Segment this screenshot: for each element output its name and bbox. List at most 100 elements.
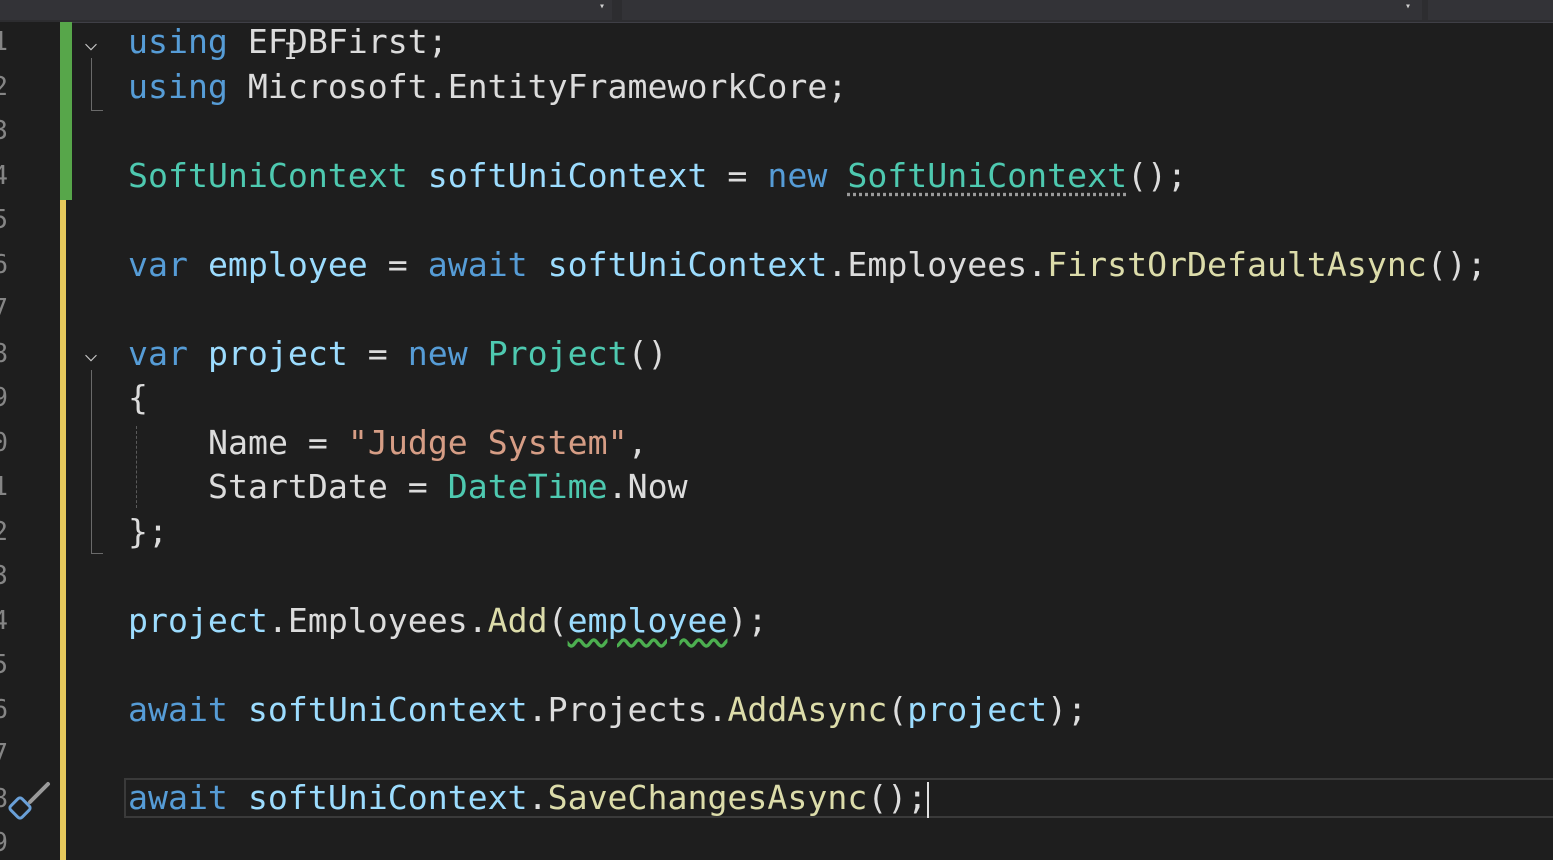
keyword: var <box>128 245 188 284</box>
method-name: FirstOrDefaultAsync <box>1047 245 1427 284</box>
punctuation: ( <box>887 690 908 729</box>
type-name: DateTime <box>447 467 608 506</box>
text-ibeam-icon: I <box>284 40 298 65</box>
punctuation: . <box>467 601 488 640</box>
code-line-save-changes[interactable]: await softUniContext.SaveChangesAsync(); <box>128 776 927 820</box>
code-line-context-declaration[interactable]: SoftUniContext softUniContext = new Soft… <box>128 154 1187 198</box>
punctuation: { <box>128 378 148 417</box>
keyword: new <box>407 334 468 373</box>
variable: employee <box>207 245 368 284</box>
keyword: using <box>128 67 228 106</box>
keyword: await <box>128 690 228 729</box>
indent-guide <box>136 426 137 508</box>
property: Projects <box>547 690 708 729</box>
code-line-startdate-init[interactable]: StartDate = DateTime.Now <box>208 465 688 509</box>
variable: project <box>907 690 1048 729</box>
variable: softUniContext <box>247 778 528 817</box>
variable: softUniContext <box>547 245 828 284</box>
code-line-name-init[interactable]: Name = "Judge System", <box>208 421 648 465</box>
keyword: new <box>767 156 828 195</box>
variable: softUniContext <box>427 156 708 195</box>
punctuation: . <box>527 690 548 729</box>
operator: = <box>347 334 408 373</box>
line-number: 8 <box>0 339 8 369</box>
keyword: var <box>128 334 188 373</box>
type-name: SoftUniContext <box>128 156 408 195</box>
punctuation: () <box>627 334 668 373</box>
line-number: 5 <box>0 205 8 235</box>
code-editor[interactable]: ▾ ▾ 1 2 3 4 5 6 7 8 9 0 1 2 3 4 5 6 7 8 … <box>0 0 1553 860</box>
saved-change-marker <box>60 22 72 200</box>
punctuation: . <box>267 601 288 640</box>
method-name: SaveChangesAsync <box>547 778 868 817</box>
line-number: 1 <box>0 27 8 57</box>
code-line-close-brace[interactable]: }; <box>128 510 168 554</box>
line-number: 4 <box>0 606 8 636</box>
string-literal: "Judge System" <box>347 423 628 462</box>
punctuation: ); <box>1047 690 1088 729</box>
fold-guide-end <box>91 110 103 111</box>
line-number-gutter <box>0 22 60 860</box>
method-name: Add <box>487 601 548 640</box>
keyword: await <box>128 778 228 817</box>
chevron-down-icon: ▾ <box>598 1 606 12</box>
punctuation: . <box>527 778 548 817</box>
punctuation: . <box>607 467 628 506</box>
punctuation: . <box>1027 245 1048 284</box>
code-line-open-brace[interactable]: { <box>128 376 148 420</box>
line-number: 3 <box>0 116 8 146</box>
line-number: 6 <box>0 695 8 725</box>
operator: = <box>287 423 348 462</box>
punctuation: . <box>707 690 728 729</box>
operator: = <box>367 245 428 284</box>
punctuation: (); <box>1426 245 1487 284</box>
code-line-add-employee[interactable]: project.Employees.Add(employee); <box>128 599 767 643</box>
fold-guide-end <box>91 553 103 554</box>
punctuation: ( <box>547 601 568 640</box>
property: Name <box>208 423 288 462</box>
fold-guide <box>91 58 92 110</box>
keyword: await <box>427 245 528 284</box>
project-dropdown[interactable]: ▾ <box>0 0 612 20</box>
chevron-down-icon: ▾ <box>1404 1 1412 12</box>
punctuation: (); <box>867 778 928 817</box>
text-caret <box>927 782 929 818</box>
collapse-chevron-icon[interactable]: ⌵ <box>79 32 103 56</box>
code-line-project-new[interactable]: var project = new Project() <box>128 332 668 376</box>
punctuation: (); <box>1127 156 1188 195</box>
line-number: 7 <box>0 739 8 769</box>
line-number: 9 <box>0 383 8 413</box>
method-name: AddAsync <box>727 690 888 729</box>
line-number: 7 <box>0 294 8 324</box>
code-line-employee-query[interactable]: var employee = await softUniContext.Empl… <box>128 243 1487 287</box>
punctuation: ); <box>727 601 768 640</box>
type-name: SoftUniContext <box>847 156 1128 195</box>
code-line-using[interactable]: using Microsoft.EntityFrameworkCore; <box>128 65 847 109</box>
punctuation: . <box>827 245 848 284</box>
collapse-chevron-icon[interactable]: ⌵ <box>79 343 103 367</box>
line-number: 2 <box>0 72 8 102</box>
punctuation: }; <box>128 512 168 551</box>
variable: softUniContext <box>247 690 528 729</box>
member-dropdown[interactable] <box>1428 0 1553 20</box>
property: Employees <box>847 245 1028 284</box>
type-dropdown[interactable]: ▾ <box>622 0 1422 20</box>
quick-actions-brush-icon[interactable] <box>8 780 52 822</box>
property: Now <box>627 467 688 506</box>
type-name: Project <box>487 334 628 373</box>
keyword: using <box>128 22 228 61</box>
namespace: Microsoft.EntityFrameworkCore; <box>247 67 848 106</box>
warning-squiggle-argument[interactable]: employee <box>568 601 728 640</box>
property: StartDate <box>208 467 388 506</box>
punctuation: , <box>627 423 648 462</box>
line-number: 1 <box>0 472 8 502</box>
line-number: 9 <box>0 828 8 858</box>
line-number: 2 <box>0 517 8 547</box>
namespace: EFDBFirst; <box>247 22 448 61</box>
line-number: 8 <box>0 784 8 814</box>
line-number: 5 <box>0 650 8 680</box>
property: Employees <box>287 601 468 640</box>
code-line-add-project[interactable]: await softUniContext.Projects.AddAsync(p… <box>128 688 1087 732</box>
variable: project <box>207 334 348 373</box>
fold-guide <box>91 370 92 553</box>
